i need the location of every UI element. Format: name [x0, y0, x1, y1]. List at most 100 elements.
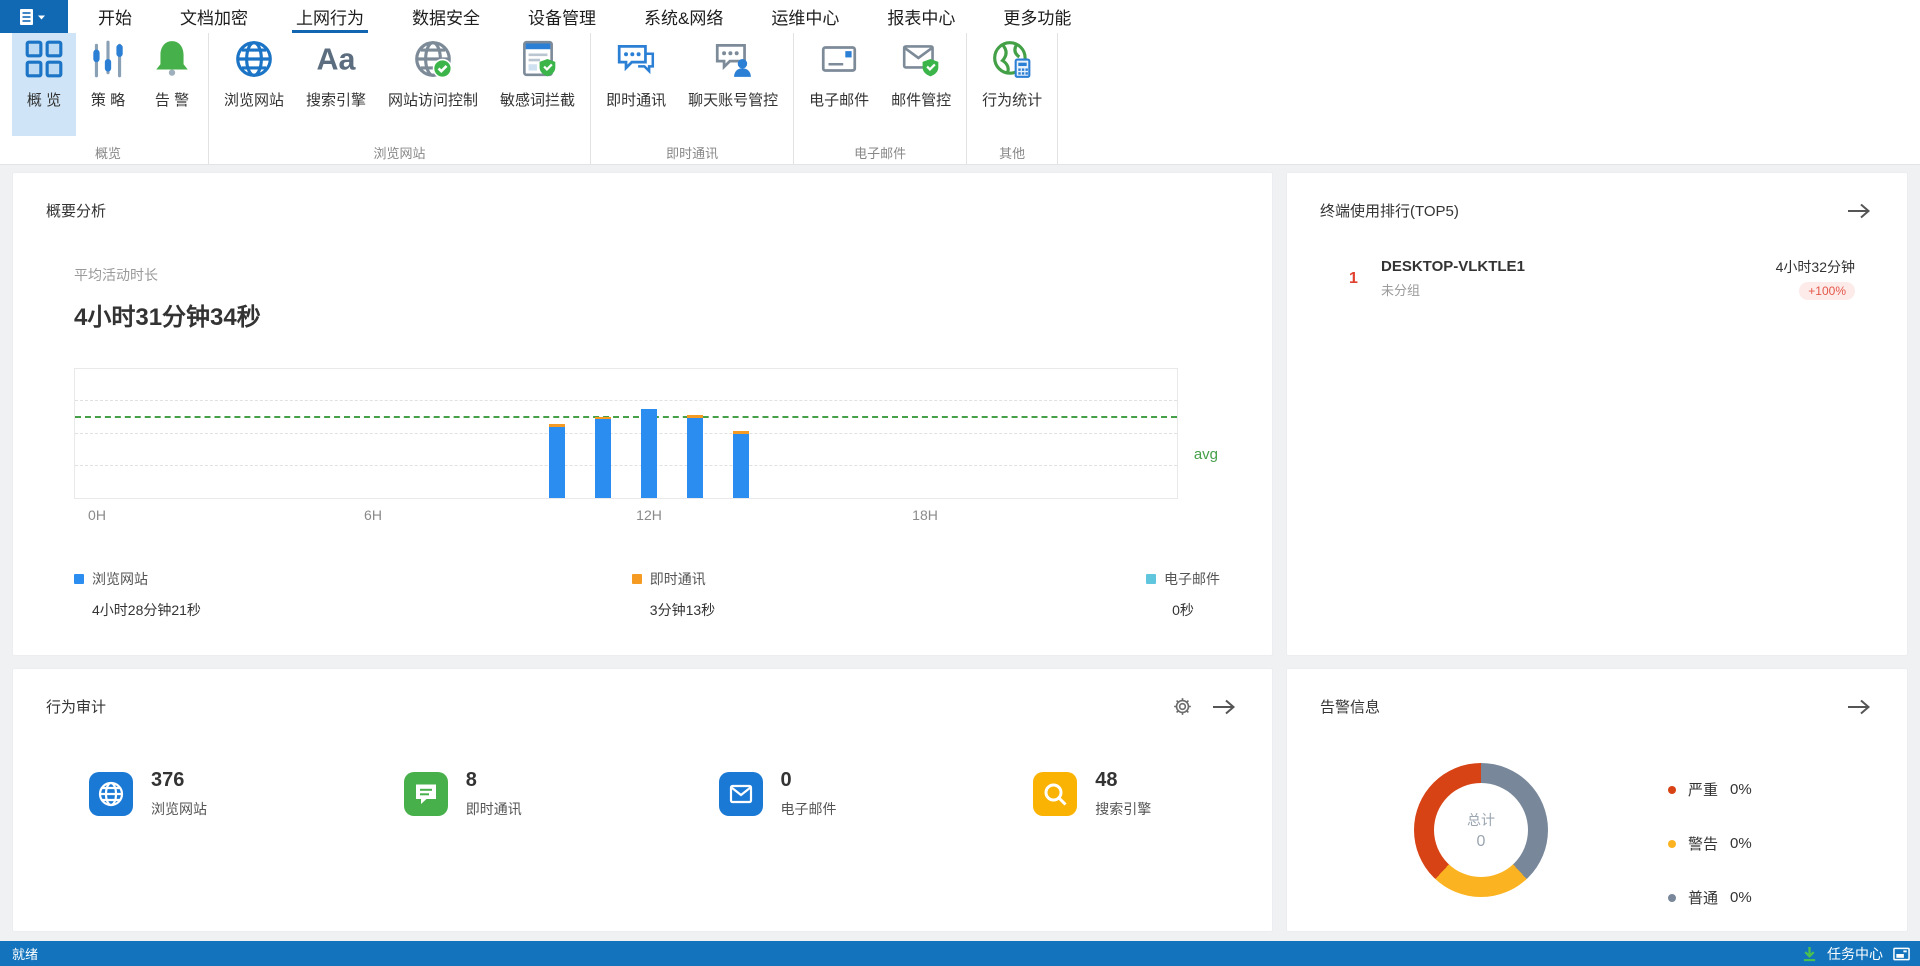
- activity-bar: [686, 415, 703, 498]
- chart-gridline: [75, 464, 1177, 466]
- legend-item: 浏览网站 4小时28分钟21秒: [74, 569, 201, 620]
- legend-swatch: [631, 574, 642, 584]
- ranking-card: 终端使用排行(TOP5) 1 DESKTOP-VLKTLE1 未分组 4小时32…: [1286, 172, 1908, 656]
- ribbon-button-敏感词拦截[interactable]: 敏感词拦截: [489, 33, 586, 136]
- stat-label: 即时通讯: [465, 801, 522, 817]
- svg-text:Aa: Aa: [317, 43, 357, 77]
- ribbon-toolbar: 概 览 策 略 告 警 概览 浏览网站 Aa 搜索引擎 网站访问控制 敏感词拦截…: [0, 33, 1920, 165]
- audit-stat-即时通讯[interactable]: 8 即时通讯: [328, 769, 643, 819]
- legend-item: 电子邮件 0秒: [1145, 569, 1220, 620]
- alarm-more-arrow-icon[interactable]: [1847, 699, 1871, 715]
- bar-orange-cap: [686, 415, 703, 419]
- usage-duration: 4小时32分钟: [1775, 259, 1855, 275]
- ribbon-button-即时通讯[interactable]: 即时通讯: [595, 33, 677, 136]
- activity-bar-chart: avg 0H 6H 12H 18H: [74, 368, 1218, 529]
- chat-person-icon: [712, 38, 754, 80]
- legend-swatch: [1145, 574, 1156, 584]
- legend-name: 电子邮件: [1163, 571, 1220, 587]
- metric-label: 平均活动时长: [74, 267, 158, 283]
- alarm-legend: 严重 0% 警告 0% 普通 0%: [1668, 763, 1752, 908]
- alarm-donut-chart: 总计 0: [1414, 763, 1548, 897]
- taskbar-window-icon[interactable]: [1893, 947, 1910, 961]
- audit-settings-gear-icon[interactable]: [1173, 697, 1192, 716]
- application-window: 开始 文档加密 上网行为 数据安全 设备管理 系统&网络 运维中心 报表中心 更多功能 概 览 …: [0, 0, 1920, 966]
- menu-tab-报表中心[interactable]: 报表中心: [863, 0, 979, 33]
- menu-tab-系统&网络[interactable]: 系统&网络: [620, 0, 747, 33]
- donut-center-value: 0: [1476, 832, 1486, 850]
- ribbon-button-网站访问控制[interactable]: 网站访问控制: [377, 33, 489, 136]
- metric-value: 4小时31分钟34秒: [74, 304, 261, 331]
- audit-stat-搜索引擎[interactable]: 48 搜索引擎: [957, 769, 1272, 819]
- ribbon-group: 电子邮件 邮件管控 电子邮件: [794, 33, 968, 164]
- ribbon-group: 浏览网站 Aa 搜索引擎 网站访问控制 敏感词拦截 浏览网站: [209, 33, 592, 164]
- aa-icon: Aa: [315, 38, 357, 80]
- stat-value: 8: [465, 769, 477, 791]
- donut-center-label: 总计: [1467, 811, 1495, 828]
- mail-shield-icon: [900, 38, 942, 80]
- audit-more-arrow-icon[interactable]: [1212, 699, 1236, 715]
- status-ready-text: 就绪: [12, 947, 39, 962]
- menu-tab-运维中心[interactable]: 运维中心: [747, 0, 863, 33]
- avg-line-label: avg: [1193, 445, 1218, 463]
- ribbon-group: 即时通讯 聊天账号管控 即时通讯: [591, 33, 795, 164]
- rank-number: 1: [1349, 269, 1358, 287]
- ribbon-button-概览[interactable]: 概 览: [12, 33, 76, 136]
- download-icon[interactable]: [1802, 946, 1817, 962]
- alarm-legend-pct: 0%: [1730, 889, 1752, 906]
- x-tick-12H: 12H: [636, 507, 662, 523]
- stat-chat-icon: [403, 772, 448, 816]
- ribbon-group-label: 其他: [999, 146, 1026, 161]
- ribbon-button-行为统计[interactable]: 行为统计: [971, 33, 1053, 136]
- ribbon-button-电子邮件[interactable]: 电子邮件: [798, 33, 880, 136]
- ribbon-group-label: 即时通讯: [666, 146, 719, 161]
- task-center-button[interactable]: 任务中心: [1827, 944, 1883, 964]
- stat-search-icon: [1033, 772, 1078, 816]
- alarm-card: 告警信息 总计 0 严重 0% 警告 0% 普通 0%: [1286, 668, 1908, 932]
- menu-tab-数据安全[interactable]: 数据安全: [388, 0, 504, 33]
- stat-label: 搜索引擎: [1095, 801, 1152, 817]
- caret-down-icon: [38, 15, 45, 19]
- legend-swatch: [74, 574, 84, 584]
- terminal-group: 未分组: [1381, 283, 1421, 298]
- legend-item: 即时通讯 3分钟13秒: [631, 569, 715, 620]
- legend-value: 4小时28分钟21秒: [92, 602, 201, 618]
- sliders-icon: [87, 38, 129, 80]
- chart-x-axis: 0H 6H 12H 18H: [74, 507, 1178, 529]
- ribbon-group: 概 览 策 略 告 警 概览: [8, 33, 209, 164]
- alarm-legend-dot: [1668, 785, 1676, 794]
- audit-stat-浏览网站[interactable]: 376 浏览网站: [13, 769, 328, 819]
- app-menu-button[interactable]: [0, 0, 68, 33]
- activity-bar: [640, 409, 657, 498]
- ribbon-button-搜索引擎[interactable]: Aa 搜索引擎: [295, 33, 377, 136]
- bar-orange-cap: [595, 416, 612, 420]
- overview-grid-icon: [23, 38, 65, 80]
- main-menu: 开始 文档加密 上网行为 数据安全 设备管理 系统&网络 运维中心 报表中心 更多功能: [74, 0, 1095, 33]
- menu-tab-更多功能[interactable]: 更多功能: [979, 0, 1095, 33]
- ribbon-button-告警[interactable]: 告 警: [140, 33, 204, 136]
- menu-bar: 开始 文档加密 上网行为 数据安全 设备管理 系统&网络 运维中心 报表中心 更多功能: [0, 0, 1920, 33]
- ribbon-button-邮件管控[interactable]: 邮件管控: [880, 33, 962, 136]
- stat-value: 0: [780, 769, 792, 791]
- legend-value: 0秒: [1172, 602, 1194, 618]
- activity-bar: [549, 424, 566, 498]
- dashboard-content: 概要分析 平均活动时长 4小时31分钟34秒 avg 0H 6H 12H 18H 浏览…: [0, 165, 1920, 941]
- ribbon-button-聊天账号管控[interactable]: 聊天账号管控: [677, 33, 789, 136]
- menu-tab-文档加密[interactable]: 文档加密: [156, 0, 272, 33]
- avg-dashed-line: [75, 416, 1177, 419]
- stat-value: 376: [151, 769, 185, 791]
- ribbon-button-浏览网站[interactable]: 浏览网站: [213, 33, 295, 136]
- ribbon-button-策略[interactable]: 策 略: [76, 33, 140, 136]
- stat-globe-icon: [89, 772, 133, 816]
- menu-tab-上网行为[interactable]: 上网行为: [272, 0, 388, 33]
- chat-bubbles-icon: [615, 38, 657, 80]
- menu-tab-开始[interactable]: 开始: [74, 0, 156, 33]
- ranking-more-arrow-icon[interactable]: [1847, 203, 1871, 219]
- alarm-legend-name: 警告: [1688, 836, 1719, 853]
- mail-icon: [818, 38, 860, 80]
- ranking-card-title: 终端使用排行(TOP5): [1320, 203, 1459, 220]
- audit-stat-电子邮件[interactable]: 0 电子邮件: [643, 769, 958, 819]
- summary-card: 概要分析 平均活动时长 4小时31分钟34秒 avg 0H 6H 12H 18H 浏览…: [12, 172, 1273, 656]
- menu-tab-设备管理[interactable]: 设备管理: [504, 0, 620, 33]
- ranking-row[interactable]: 1 DESKTOP-VLKTLE1 未分组 4小时32分钟 +100%: [1349, 257, 1855, 300]
- ribbon-group-label: 浏览网站: [373, 146, 426, 161]
